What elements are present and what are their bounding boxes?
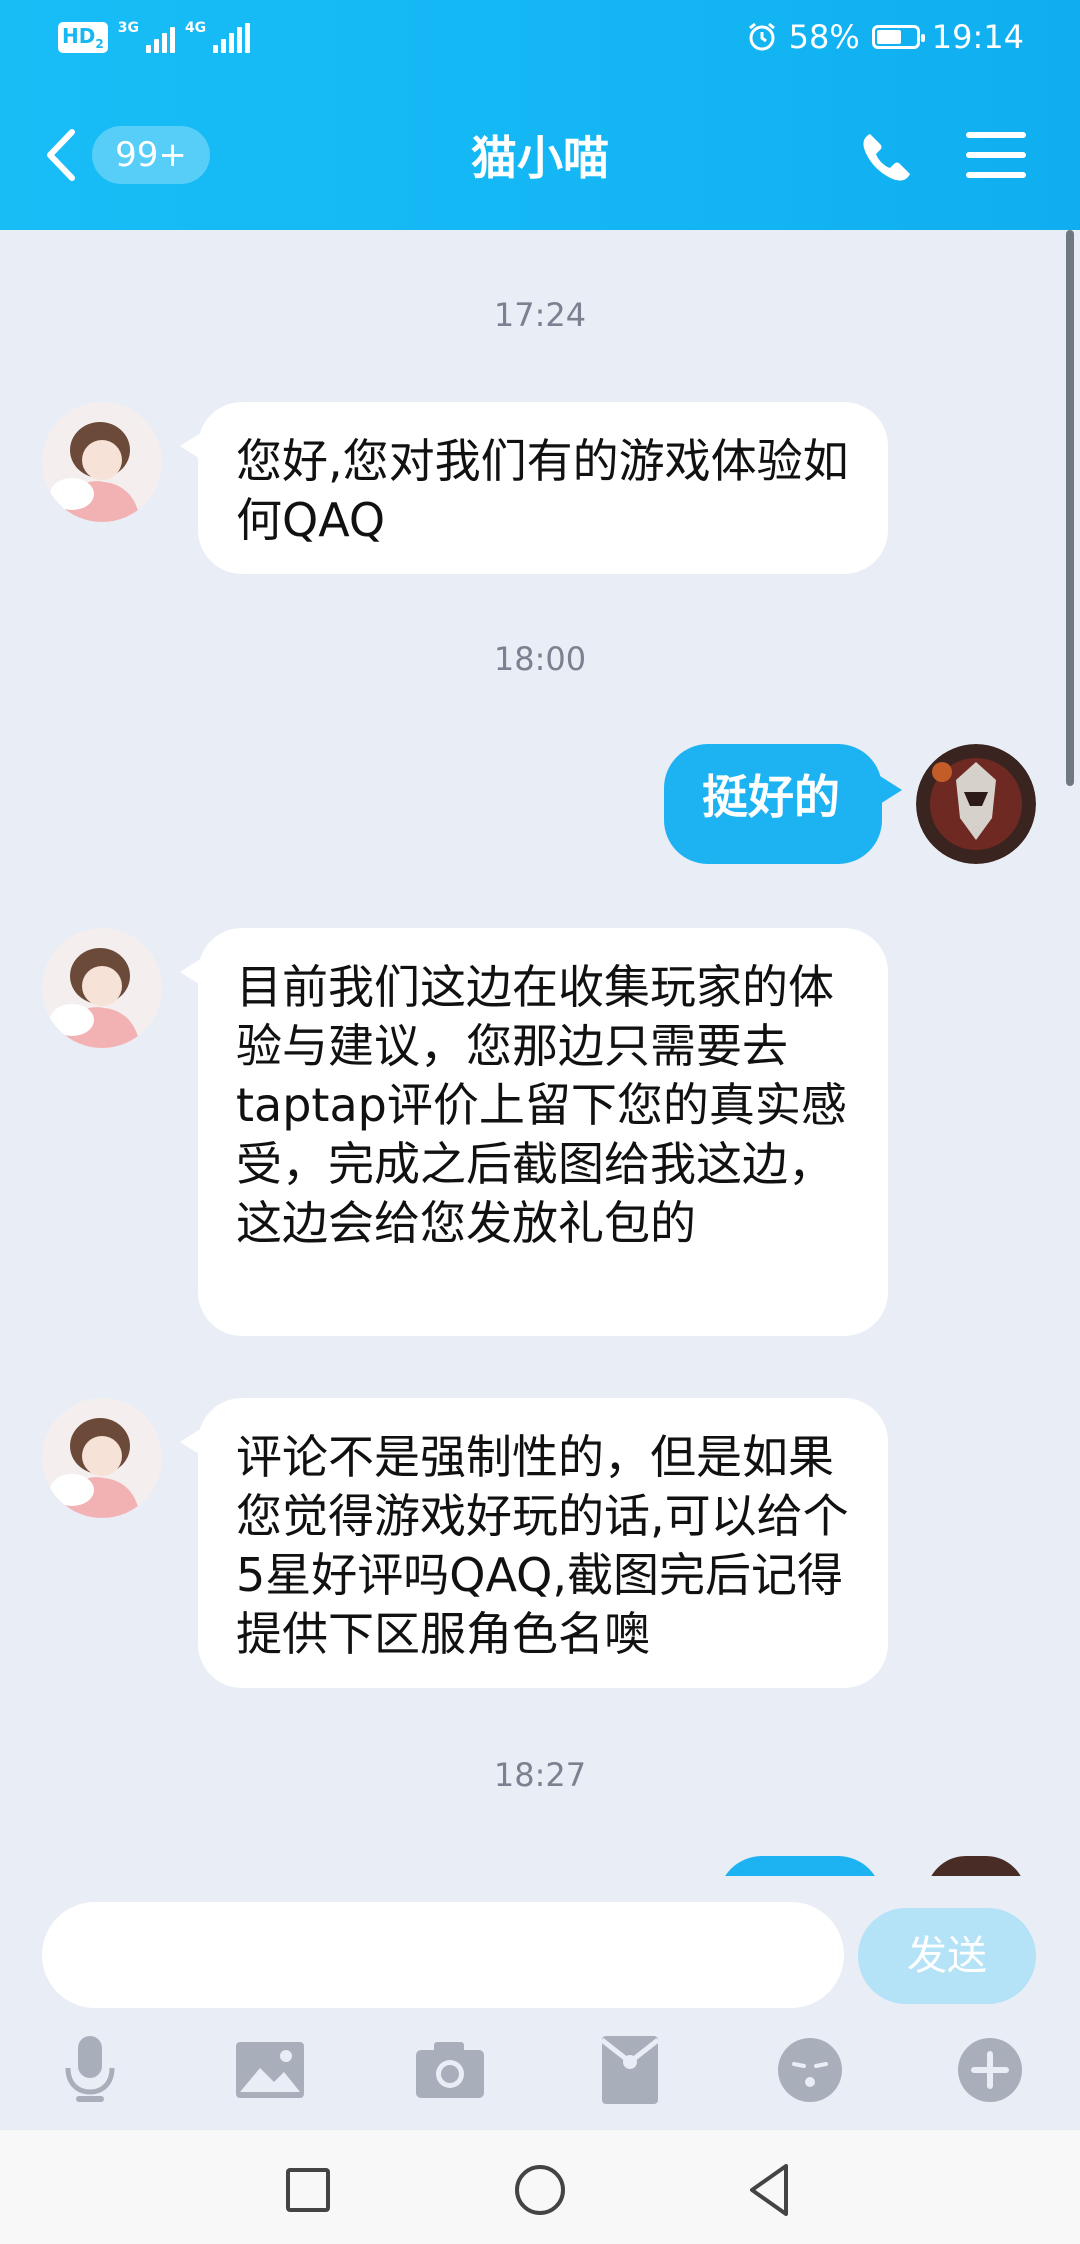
contact-avatar[interactable] xyxy=(42,1398,162,1518)
send-button[interactable]: 发送 xyxy=(858,1908,1036,2004)
unread-count-badge[interactable]: 99+ xyxy=(92,126,210,184)
nav-bar: 99+ 猫小喵 xyxy=(0,110,1080,200)
network-type-4g: 4G xyxy=(184,19,207,36)
outgoing-message-partial[interactable] xyxy=(718,1856,882,1876)
contact-avatar[interactable] xyxy=(42,928,162,1048)
phone-icon xyxy=(863,134,910,181)
system-navigation-bar xyxy=(0,2130,1080,2244)
outgoing-message[interactable]: 挺好的 xyxy=(664,744,902,864)
timestamp: 17:24 xyxy=(493,296,587,334)
home-button[interactable] xyxy=(500,2150,580,2230)
emoji-icon[interactable] xyxy=(770,2030,850,2110)
compose-toolbar xyxy=(0,2030,1080,2110)
chat-message-list[interactable]: 17:24 您好,您对我们有的游戏体验如何QAQ 18:00 挺好的 目前我们这… xyxy=(0,230,1080,1876)
camera-icon[interactable] xyxy=(410,2030,490,2110)
timestamp: 18:00 xyxy=(493,640,587,678)
battery-icon xyxy=(871,25,925,49)
signal-strength-icon xyxy=(145,23,175,53)
back-button[interactable] xyxy=(42,124,92,186)
contact-avatar[interactable] xyxy=(42,402,162,522)
incoming-message[interactable]: 您好,您对我们有的游戏体验如何QAQ xyxy=(180,402,888,574)
recent-apps-button[interactable] xyxy=(268,2150,348,2230)
hamburger-menu-icon xyxy=(966,130,1026,178)
microphone-icon[interactable] xyxy=(50,2030,130,2110)
red-packet-icon[interactable] xyxy=(590,2030,670,2110)
chat-scrollbar[interactable] xyxy=(1066,230,1074,786)
signal-strength-icon xyxy=(213,22,251,53)
status-right: 58% 19:14 xyxy=(747,18,1024,56)
battery-percent: 58% xyxy=(788,18,860,56)
status-bar: HD2 3G 4G 58% 19:14 xyxy=(0,0,1080,80)
incoming-message[interactable]: 目前我们这边在收集玩家的体验与建议，您那边只需要去taptap评价上留下您的真实… xyxy=(180,928,888,1336)
my-avatar[interactable] xyxy=(916,744,1036,864)
back-nav-button[interactable] xyxy=(730,2150,810,2230)
call-button[interactable] xyxy=(856,128,916,188)
chat-title: 猫小喵 xyxy=(471,131,609,185)
my-avatar-partial[interactable] xyxy=(926,1856,1026,1876)
image-icon[interactable] xyxy=(230,2030,310,2110)
plus-icon[interactable] xyxy=(950,2030,1030,2110)
compose-area: 发送 xyxy=(0,1876,1080,2130)
chevron-left-icon xyxy=(47,129,75,181)
status-left: HD2 3G 4G xyxy=(58,19,251,53)
message-input[interactable] xyxy=(42,1902,844,2008)
incoming-message[interactable]: 评论不是强制性的，但是如果您觉得游戏好玩的话,可以给个5星好评吗QAQ,截图完后… xyxy=(180,1398,888,1688)
network-type-3g: 3G xyxy=(117,19,139,36)
menu-button[interactable] xyxy=(966,130,1026,184)
chat-header: HD2 3G 4G 58% 19:14 99+ 猫小喵 xyxy=(0,0,1080,230)
clock: 19:14 xyxy=(931,18,1024,56)
hd-voice-badge: HD2 xyxy=(58,22,108,53)
timestamp: 18:27 xyxy=(493,1756,587,1794)
alarm-icon xyxy=(748,22,775,51)
